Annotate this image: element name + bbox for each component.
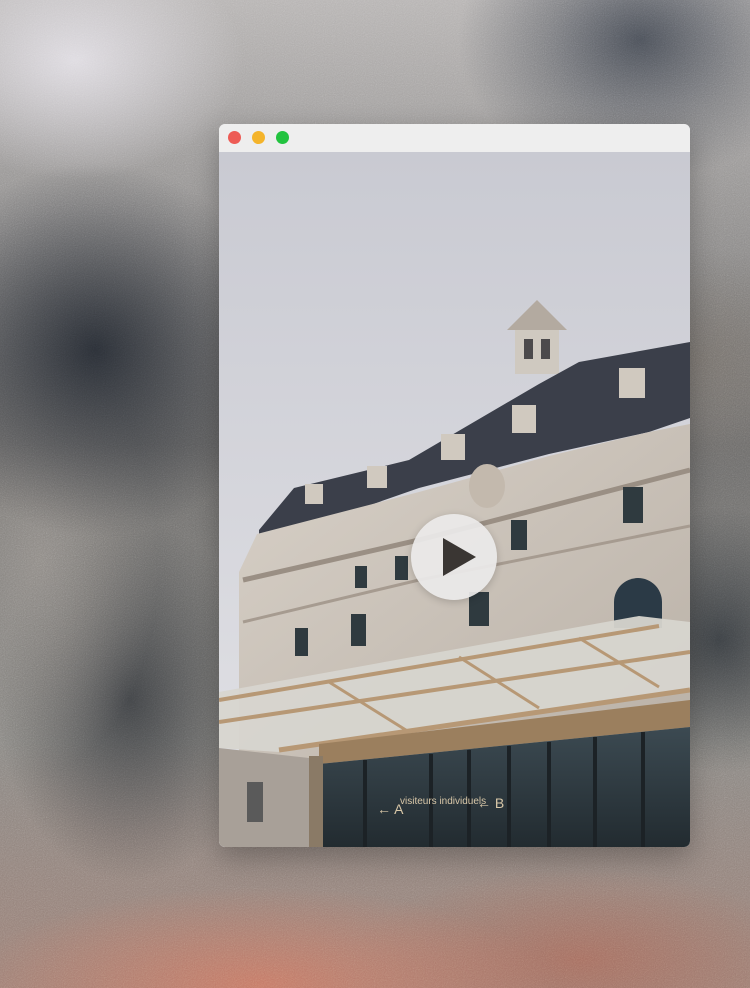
zoom-button[interactable]: [276, 131, 289, 144]
minimize-button[interactable]: [252, 131, 265, 144]
video-viewport[interactable]: ← A visiteurs individuels ← B: [219, 152, 690, 847]
browser-window: ← A visiteurs individuels ← B: [219, 124, 690, 847]
video-poster-building: ← A visiteurs individuels ← B: [219, 152, 690, 847]
play-button[interactable]: [411, 514, 497, 600]
close-button[interactable]: [228, 131, 241, 144]
door-letter-b: ← B: [477, 795, 504, 811]
window-titlebar: [219, 124, 690, 153]
play-icon: [443, 538, 476, 576]
entrance-sign-text: visiteurs individuels: [400, 796, 486, 807]
